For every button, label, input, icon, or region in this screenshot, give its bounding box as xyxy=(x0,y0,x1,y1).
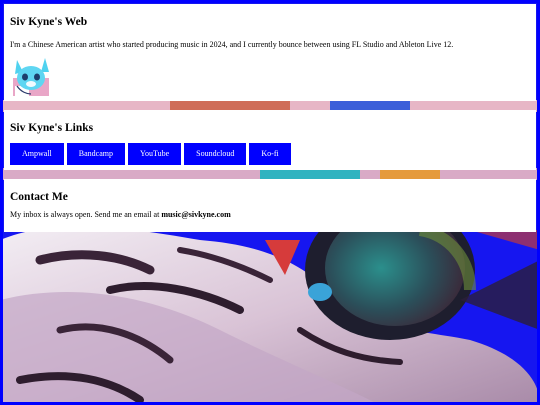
contact-email[interactable]: music@sivkyne.com xyxy=(161,210,230,219)
link-bandcamp[interactable]: Bandcamp xyxy=(66,143,125,165)
link-kofi[interactable]: Ko-fi xyxy=(249,143,291,165)
fox-avatar-icon xyxy=(13,58,49,96)
about-section: Siv Kyne's Web I'm a Chinese American ar… xyxy=(4,4,536,101)
contact-text-line: My inbox is always open. Send me an emai… xyxy=(10,210,231,219)
contact-section: Contact Me My inbox is always open. Send… xyxy=(4,179,536,232)
links-title: Siv Kyne's Links xyxy=(10,122,94,134)
link-soundcloud[interactable]: Soundcloud xyxy=(184,143,247,165)
links-section: Siv Kyne's Links Ampwall Bandcamp YouTub… xyxy=(4,110,536,170)
link-youtube[interactable]: YouTube xyxy=(128,143,182,165)
contact-text: My inbox is always open. Send me an emai… xyxy=(10,210,162,219)
about-title: Siv Kyne's Web xyxy=(10,16,88,28)
link-ampwall[interactable]: Ampwall xyxy=(10,143,64,165)
contact-title: Contact Me xyxy=(10,191,68,203)
links-bar: Ampwall Bandcamp YouTube Soundcloud Ko-f… xyxy=(10,143,291,165)
about-text: I'm a Chinese American artist who starte… xyxy=(10,40,454,49)
